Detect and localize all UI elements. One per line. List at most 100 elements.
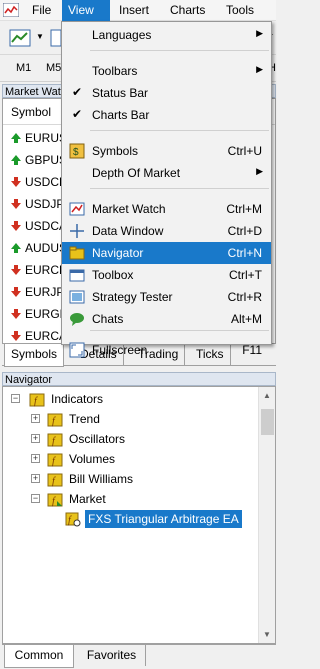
expand-icon[interactable]: + [31,414,40,423]
folder-icon: f [47,473,63,487]
tree-market-ea[interactable]: f FXS Triangular Arbitrage EA [65,509,265,529]
menu-item-depth-of-market[interactable]: Depth Of Market ▶ [62,162,271,184]
scroll-down-icon[interactable]: ▼ [263,630,271,639]
menu-item-label: Symbols [92,144,139,158]
symbols-icon: $ [69,143,85,159]
menu-item-languages[interactable]: Languages ▶ [62,24,271,46]
menu-charts[interactable]: Charts [164,0,211,21]
tree-volumes[interactable]: + f Volumes [29,449,229,469]
collapse-icon[interactable]: − [11,394,20,403]
menu-tools[interactable]: Tools [220,0,260,21]
tree-bill-williams[interactable]: + f Bill Williams [29,469,229,489]
menu-item-status-bar[interactable]: ✔ Status Bar [62,82,271,104]
menu-item-shortcut: F11 [242,343,262,357]
navigator-title: Navigator [2,372,276,386]
checkmark-icon: ✔ [72,107,83,121]
tree-trend[interactable]: + f Trend [29,409,229,429]
down-arrow-icon [11,331,21,341]
navigator-scrollbar[interactable]: ▲ ▼ [258,387,275,643]
tree-market[interactable]: − f Market [29,489,229,509]
menu-separator [90,130,269,131]
toolbox-icon [69,269,85,282]
folder-icon: f [47,453,63,467]
market-watch-icon [69,202,85,216]
data-window-icon [70,224,84,238]
timeframe-m5[interactable]: M5 [46,62,61,74]
navigator-icon [69,246,85,260]
up-arrow-icon [11,155,21,165]
down-arrow-icon [11,309,21,319]
svg-text:$: $ [73,147,79,158]
menu-item-label: Languages [92,28,152,42]
tab-symbols[interactable]: Symbols [4,344,65,367]
selected-ea-label: FXS Triangular Arbitrage EA [85,510,242,528]
menu-separator [90,330,269,331]
tree-label: Bill Williams [69,472,133,486]
menu-separator [90,50,269,51]
menu-item-data-window[interactable]: Data Window Ctrl+D [62,220,271,242]
down-arrow-icon [11,287,21,297]
tree-indicators[interactable]: − f Indicators [9,389,209,409]
folder-icon: f [47,413,63,427]
menu-item-label: Charts Bar [92,108,150,122]
menu-item-shortcut: Ctrl+N [227,246,262,260]
menu-item-strategy-tester[interactable]: Strategy Tester Ctrl+R [62,286,271,308]
menu-item-market-watch[interactable]: Market Watch Ctrl+M [62,198,271,220]
submenu-arrow-icon: ▶ [256,166,263,176]
up-arrow-icon [11,243,21,253]
menu-insert[interactable]: Insert [113,0,155,21]
strategy-tester-icon [69,290,85,304]
menu-item-shortcut: Ctrl+R [227,290,262,304]
folder-icon: f [47,433,63,447]
menu-item-charts-bar[interactable]: ✔ Charts Bar [62,104,271,126]
down-arrow-icon [11,177,21,187]
menu-view[interactable]: View [62,0,110,21]
tree-label: Indicators [51,392,104,406]
down-arrow-icon [11,221,21,231]
menu-item-toolbox[interactable]: Toolbox Ctrl+T [62,264,271,286]
menu-item-shortcut: Ctrl+M [226,202,262,216]
menu-item-navigator[interactable]: Navigator Ctrl+N [62,242,271,264]
chevron-down-icon[interactable]: ▼ [36,32,44,41]
down-arrow-icon [11,199,21,209]
expert-icon: f [65,512,81,527]
menu-item-label: Navigator [92,246,144,260]
menu-file[interactable]: File [26,0,57,21]
menu-bar: File View Insert Charts Tools [0,0,276,21]
checkmark-icon: ✔ [72,85,83,99]
tab-common[interactable]: Common [4,645,74,668]
column-symbol: Symbol [11,105,52,119]
submenu-arrow-icon: ▶ [256,28,263,38]
chats-icon [70,313,84,326]
expand-icon[interactable]: + [31,474,40,483]
indicators-folder-icon: f [29,393,45,407]
tree-oscillators[interactable]: + f Oscillators [29,429,229,449]
menu-item-shortcut: Ctrl+U [227,144,262,158]
tab-favorites[interactable]: Favorites [78,645,146,666]
menu-item-label: Chats [92,312,124,326]
folder-icon: f [47,493,63,507]
tree-label: Volumes [69,452,116,466]
timeframe-m1[interactable]: M1 [16,62,31,74]
view-menu-dropdown: Languages ▶ Toolbars ▶ ✔ Status Bar ✔ Charts Ba… [61,21,272,358]
fullscreen-icon [69,342,85,358]
menu-item-label: Market Watch [92,202,166,216]
expand-icon[interactable]: + [31,454,40,463]
tree-label: Oscillators [69,432,126,446]
menu-item-chats[interactable]: Chats Alt+M [62,308,271,330]
menu-separator [90,188,269,189]
menu-item-shortcut: Ctrl+D [227,224,262,238]
new-chart-icon[interactable] [8,25,34,51]
menu-item-toolbars[interactable]: Toolbars ▶ [62,60,271,82]
collapse-icon[interactable]: − [31,494,40,503]
menu-item-label: Fullscreen [92,343,148,357]
expand-icon[interactable]: + [31,434,40,443]
menu-item-label: Toolbox [92,268,134,282]
menu-item-symbols[interactable]: $ Symbols Ctrl+U [62,140,271,162]
menu-item-shortcut: Alt+M [230,312,262,326]
tree-label: Trend [69,412,100,426]
scroll-thumb[interactable] [261,409,274,435]
menu-item-fullscreen[interactable]: Fullscreen F11 [62,339,271,361]
scroll-up-icon[interactable]: ▲ [263,391,271,400]
menu-item-label: Strategy Tester [92,290,173,304]
